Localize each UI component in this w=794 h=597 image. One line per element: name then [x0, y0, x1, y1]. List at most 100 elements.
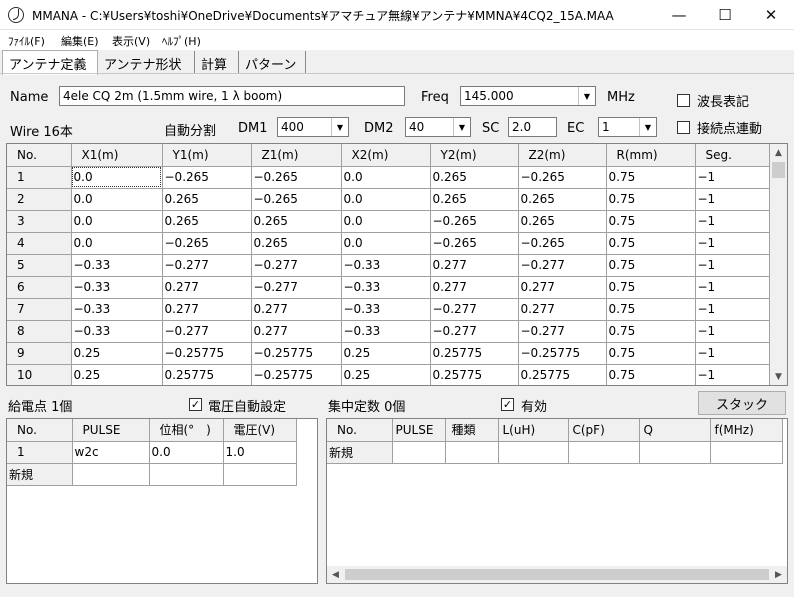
table-cell[interactable]: 0.25	[341, 342, 431, 365]
scroll-left-icon[interactable]: ◀	[327, 566, 344, 583]
table-cell[interactable]: 0.265	[430, 166, 519, 189]
table-cell[interactable]: 0.0	[149, 441, 224, 464]
col-pulse[interactable]: PULSE	[72, 419, 150, 442]
chevron-down-icon[interactable]: ▼	[453, 118, 470, 136]
table-cell[interactable]: 0.75	[606, 320, 696, 343]
table-cell[interactable]: 0.0	[341, 232, 431, 255]
tab-calculate[interactable]: 計算	[195, 51, 239, 74]
row-number[interactable]: 5	[7, 254, 72, 277]
table-cell[interactable]: 0.265	[162, 210, 252, 233]
scroll-down-icon[interactable]: ▼	[770, 368, 787, 385]
table-cell[interactable]: 1.0	[223, 441, 297, 464]
table-cell[interactable]	[392, 441, 446, 464]
row-number[interactable]: 1	[7, 166, 72, 189]
table-cell[interactable]: 0.265	[162, 188, 252, 211]
table-cell[interactable]: −0.265	[430, 210, 519, 233]
table-cell[interactable]: 0.75	[606, 342, 696, 365]
loads-enabled-checkbox[interactable]: ✓	[501, 398, 514, 411]
table-cell[interactable]: −0.277	[251, 254, 342, 277]
table-cell[interactable]: −1	[695, 298, 770, 321]
table-cell[interactable]: −0.33	[71, 276, 163, 299]
col-no[interactable]: No.	[7, 144, 72, 167]
table-cell[interactable]: −0.25775	[251, 364, 342, 385]
table-cell[interactable]	[568, 441, 640, 464]
table-cell[interactable]: −0.265	[251, 188, 342, 211]
row-number[interactable]: 7	[7, 298, 72, 321]
table-cell[interactable]: −0.277	[518, 320, 607, 343]
scroll-right-icon[interactable]: ▶	[770, 566, 787, 583]
table-cell[interactable]: 0.25	[71, 364, 163, 385]
table-cell[interactable]: −1	[695, 320, 770, 343]
row-number[interactable]: 4	[7, 232, 72, 255]
table-cell[interactable]: 0.277	[162, 276, 252, 299]
table-cell[interactable]: 0.75	[606, 254, 696, 277]
table-cell[interactable]: 0.0	[71, 166, 163, 189]
table-cell[interactable]: −0.25775	[518, 342, 607, 365]
col-pulse[interactable]: PULSE	[392, 419, 446, 442]
loads-table-scrollbar[interactable]: ◀ ▶	[327, 566, 787, 583]
table-cell[interactable]: 0.265	[518, 188, 607, 211]
table-cell[interactable]: 0.0	[341, 210, 431, 233]
row-number[interactable]: 9	[7, 342, 72, 365]
wavelength-checkbox[interactable]	[677, 94, 690, 107]
table-cell[interactable]: −0.25775	[162, 342, 252, 365]
table-cell[interactable]: −0.33	[71, 254, 163, 277]
table-cell[interactable]: 0.25	[341, 364, 431, 385]
table-cell[interactable]: 0.0	[71, 232, 163, 255]
table-cell[interactable]: −1	[695, 166, 770, 189]
table-cell[interactable]: 0.265	[251, 232, 342, 255]
table-cell[interactable]: 0.0	[341, 166, 431, 189]
col-capacitance[interactable]: C(pF)	[568, 419, 640, 442]
tab-pattern[interactable]: パターン	[239, 51, 306, 74]
table-cell[interactable]: −0.265	[430, 232, 519, 255]
table-cell[interactable]	[223, 463, 297, 486]
table-cell[interactable]: −0.33	[341, 254, 431, 277]
name-field[interactable]: 4ele CQ 2m (1.5mm wire, 1 λ boom)	[59, 86, 405, 106]
minimize-button[interactable]: —	[656, 0, 702, 30]
col-z2[interactable]: Z2(m)	[518, 144, 607, 167]
chevron-down-icon[interactable]: ▼	[639, 118, 656, 136]
menu-file[interactable]: ﾌｧｲﾙ(F)	[8, 33, 45, 49]
table-cell[interactable]: 0.25775	[430, 364, 519, 385]
scroll-thumb[interactable]	[345, 569, 769, 580]
tab-antenna-shape[interactable]: アンテナ形状	[98, 51, 195, 74]
table-cell[interactable]: −0.265	[162, 232, 252, 255]
table-cell[interactable]: −0.277	[162, 254, 252, 277]
table-cell[interactable]: −1	[695, 254, 770, 277]
sc-field[interactable]: 2.0	[508, 117, 557, 137]
table-cell[interactable]: 0.0	[71, 188, 163, 211]
wire-table-scrollbar[interactable]: ▲ ▼	[770, 144, 787, 385]
table-cell[interactable]	[149, 463, 224, 486]
row-number[interactable]: 1	[7, 441, 73, 464]
col-phase[interactable]: 位相(° )	[149, 419, 224, 442]
dm2-combo[interactable]: 40 ▼	[405, 117, 471, 137]
col-no[interactable]: No.	[7, 419, 73, 442]
table-cell[interactable]: 0.75	[606, 276, 696, 299]
scroll-up-icon[interactable]: ▲	[770, 144, 787, 161]
table-cell[interactable]: −0.265	[162, 166, 252, 189]
col-y2[interactable]: Y2(m)	[430, 144, 519, 167]
table-cell[interactable]: w2c	[72, 441, 150, 464]
col-x2[interactable]: X2(m)	[341, 144, 431, 167]
scroll-thumb[interactable]	[772, 162, 785, 178]
table-cell[interactable]: −1	[695, 276, 770, 299]
col-z1[interactable]: Z1(m)	[251, 144, 342, 167]
tab-antenna-definition[interactable]: アンテナ定義	[2, 50, 98, 75]
maximize-button[interactable]: ☐	[702, 0, 748, 30]
table-cell[interactable]: −1	[695, 188, 770, 211]
table-cell[interactable]: 0.265	[251, 210, 342, 233]
table-cell[interactable]: −0.33	[341, 320, 431, 343]
close-button[interactable]: ✕	[748, 0, 794, 30]
row-number[interactable]: 3	[7, 210, 72, 233]
table-cell[interactable]: 0.25	[71, 342, 163, 365]
auto-voltage-checkbox[interactable]: ✓	[189, 398, 202, 411]
table-cell[interactable]: 0.25775	[430, 342, 519, 365]
table-cell[interactable]: 0.75	[606, 210, 696, 233]
col-q[interactable]: Q	[639, 419, 711, 442]
row-number[interactable]: 10	[7, 364, 72, 385]
table-cell[interactable]: 0.75	[606, 232, 696, 255]
col-no[interactable]: No.	[327, 419, 393, 442]
col-frequency[interactable]: f(MHz)	[710, 419, 783, 442]
table-cell[interactable]: 0.265	[518, 210, 607, 233]
table-cell[interactable]: −0.277	[430, 320, 519, 343]
